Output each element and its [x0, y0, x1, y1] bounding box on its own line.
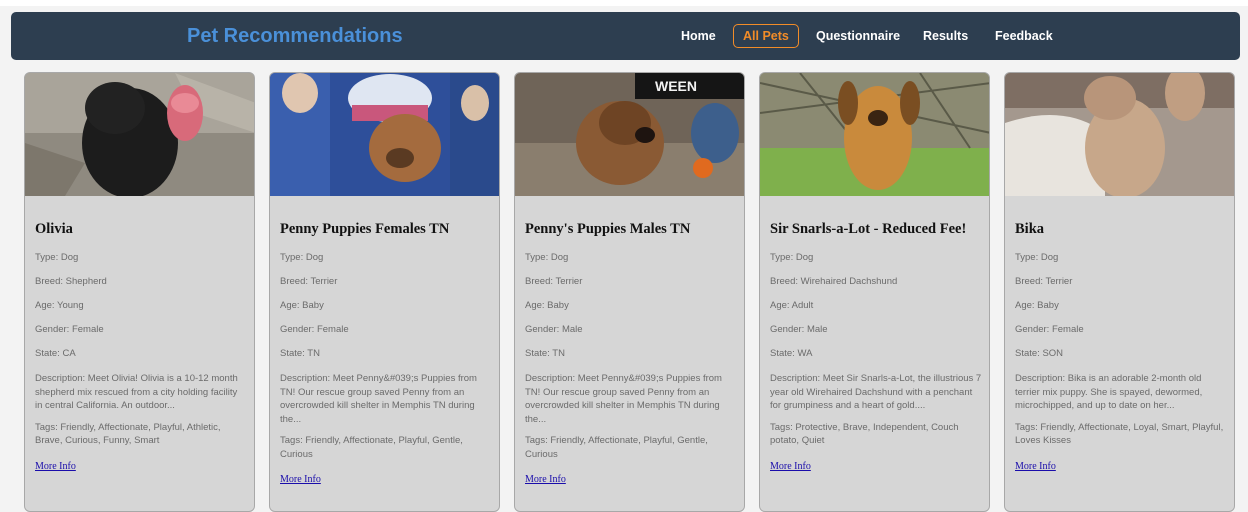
- pet-description: Description: Bika is an adorable 2-month…: [1015, 373, 1203, 411]
- pet-age: Age: Adult: [770, 300, 814, 311]
- pet-type: Type: Dog: [280, 252, 324, 263]
- pet-description: Description: Meet Penny&#039;s Puppies f…: [525, 373, 722, 425]
- pet-gender: Gender: Female: [1015, 324, 1084, 335]
- navbar: Pet Recommendations Home All Pets Questi…: [11, 12, 1240, 60]
- pet-type: Type: Dog: [1015, 252, 1059, 263]
- pet-description: Description: Meet Olivia! Olivia is a 10…: [35, 373, 238, 411]
- pet-card-bika: Bika Type: Dog Breed: Terrier Age: Baby …: [1004, 72, 1235, 512]
- pet-state: State: TN: [280, 348, 320, 359]
- pet-breed: Breed: Terrier: [1015, 276, 1073, 287]
- pet-gender: Gender: Female: [280, 324, 349, 335]
- pet-breed: Breed: Terrier: [280, 276, 338, 287]
- pet-tags: Tags: Friendly, Affectionate, Loyal, Sma…: [1015, 421, 1224, 447]
- pet-description: Description: Meet Penny&#039;s Puppies f…: [280, 373, 477, 425]
- pet-card-sir-snarls: Sir Snarls-a-Lot - Reduced Fee! Type: Do…: [759, 72, 990, 512]
- pet-name: Bika: [1015, 221, 1045, 237]
- pet-age: Age: Baby: [1015, 300, 1059, 311]
- pet-state: State: TN: [525, 348, 565, 359]
- top-border: [0, 0, 1248, 6]
- more-info-link[interactable]: More Info: [280, 474, 321, 485]
- pet-name: Penny's Puppies Males TN: [525, 221, 691, 237]
- pet-age: Age: Young: [35, 300, 84, 311]
- pet-age: Age: Baby: [280, 300, 324, 311]
- pet-photo: [270, 73, 499, 196]
- pet-tags: Tags: Friendly, Affectionate, Playful, G…: [525, 435, 708, 460]
- site-title[interactable]: Pet Recommendations: [187, 22, 403, 50]
- pet-gender: Gender: Male: [770, 324, 828, 335]
- pet-state: State: SON: [1015, 348, 1064, 359]
- pet-type: Type: Dog: [525, 252, 569, 263]
- pet-breed: Breed: Terrier: [525, 276, 583, 287]
- pet-gender: Gender: Male: [525, 324, 583, 335]
- pet-photo: [25, 73, 254, 196]
- pet-tags: Tags: Friendly, Affectionate, Playful, A…: [35, 421, 221, 447]
- pet-card-olivia: Olivia Type: Dog Breed: Shepherd Age: Yo…: [24, 72, 255, 512]
- nav-questionnaire[interactable]: Questionnaire: [816, 25, 900, 47]
- pet-type: Type: Dog: [770, 252, 814, 263]
- pet-card-grid: Olivia Type: Dog Breed: Shepherd Age: Yo…: [24, 72, 1240, 512]
- nav-home[interactable]: Home: [681, 25, 716, 47]
- pet-description: Description: Meet Sir Snarls-a-Lot, the …: [770, 373, 982, 411]
- pet-age: Age: Baby: [525, 300, 569, 311]
- nav-feedback[interactable]: Feedback: [995, 25, 1053, 47]
- halloween-banner-text: WEEN: [655, 78, 697, 94]
- pet-photo: WEEN: [515, 73, 744, 196]
- pet-photo: [760, 73, 989, 196]
- pet-name: Penny Puppies Females TN: [280, 221, 450, 237]
- more-info-link[interactable]: More Info: [35, 461, 76, 472]
- pet-breed: Breed: Shepherd: [35, 276, 107, 287]
- more-info-link[interactable]: More Info: [1015, 461, 1056, 472]
- pet-state: State: CA: [35, 348, 76, 359]
- pet-gender: Gender: Female: [35, 324, 104, 335]
- more-info-link[interactable]: More Info: [770, 461, 811, 472]
- pet-card-penny-males: WEEN Penny's Puppies Males TN Type: Dog …: [514, 72, 745, 512]
- more-info-link[interactable]: More Info: [525, 474, 566, 485]
- pet-card-penny-females: Penny Puppies Females TN Type: Dog Breed…: [269, 72, 500, 512]
- nav-all-pets[interactable]: All Pets: [733, 24, 799, 48]
- pet-tags: Tags: Protective, Brave, Independent, Co…: [770, 421, 959, 447]
- pet-type: Type: Dog: [35, 252, 79, 263]
- pet-state: State: WA: [770, 348, 813, 359]
- pet-name: Olivia: [35, 221, 73, 237]
- pet-tags: Tags: Friendly, Affectionate, Playful, G…: [280, 435, 463, 460]
- pet-photo: [1005, 73, 1234, 196]
- pet-name: Sir Snarls-a-Lot - Reduced Fee!: [770, 221, 967, 237]
- pet-breed: Breed: Wirehaired Dachshund: [770, 276, 898, 287]
- nav-results[interactable]: Results: [923, 25, 968, 47]
